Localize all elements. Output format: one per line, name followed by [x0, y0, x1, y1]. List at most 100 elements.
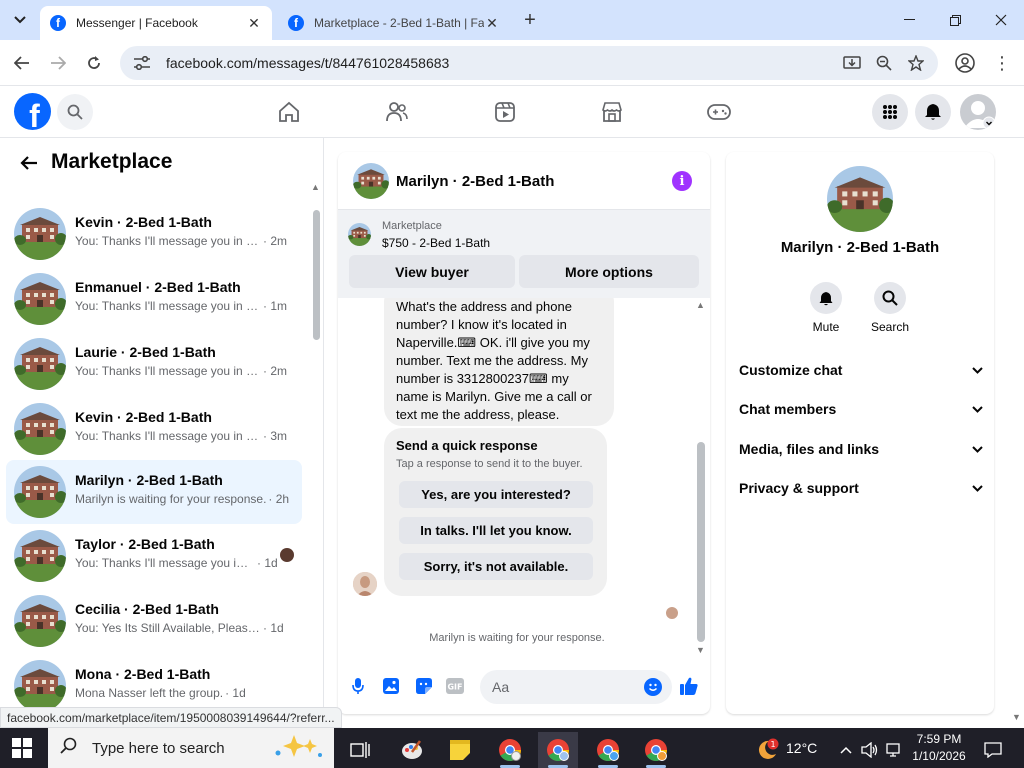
account-avatar[interactable] — [960, 94, 996, 130]
app-icon-paint[interactable] — [392, 732, 432, 768]
minimize-window-button[interactable] — [886, 6, 932, 34]
close-tab-icon[interactable]: ✕ — [484, 15, 500, 32]
browser-menu-kebab-icon[interactable]: ⋮ — [993, 52, 1011, 74]
url-text: facebook.com/messages/t/844761028458683 — [166, 55, 450, 71]
quick-reply-button[interactable]: Sorry, it's not available. — [399, 553, 593, 580]
conversation-item[interactable]: Kevin · 2-Bed 1-Bath You: Thanks I'll me… — [6, 202, 302, 266]
quick-response-title: Send a quick response — [396, 438, 538, 453]
listing-avatar[interactable] — [827, 166, 893, 232]
view-buyer-button[interactable]: View buyer — [349, 255, 515, 288]
scroll-up-arrow-icon[interactable]: ▲ — [696, 300, 705, 310]
weather-icon[interactable]: 1 — [750, 732, 784, 768]
customize-chat-section[interactable]: Customize chat — [739, 355, 983, 385]
app-icon-chrome-profile-2[interactable] — [636, 732, 676, 768]
browser-toolbar: facebook.com/messages/t/844761028458683 … — [0, 40, 1024, 86]
marketplace-store-icon[interactable] — [600, 100, 624, 124]
microphone-icon[interactable] — [347, 675, 369, 697]
chat-details-panel: Marilyn · 2-Bed 1-Bath Mute Search Custo… — [726, 152, 994, 714]
forward-arrow-icon[interactable] — [46, 51, 70, 75]
facebook-logo-icon[interactable]: f — [14, 93, 51, 130]
marketplace-conversation-list: Marketplace Kevin · 2-Bed 1-Bath You: Th… — [0, 138, 324, 718]
conversation-preview: Marilyn is waiting for your response. · 2… — [75, 492, 290, 506]
install-app-icon[interactable] — [842, 53, 862, 73]
new-tab-plus-icon[interactable]: + — [518, 8, 542, 32]
conversation-item[interactable]: Kevin · 2-Bed 1-Bath You: Thanks I'll me… — [6, 397, 302, 461]
info-icon[interactable]: i — [672, 171, 692, 191]
listing-thumbnail — [14, 595, 66, 647]
chat-panel: Marilyn · 2-Bed 1-Bath i Marketplace $75… — [338, 152, 710, 714]
restore-window-button[interactable] — [932, 6, 978, 34]
conversation-item[interactable]: Cecilia · 2-Bed 1-Bath You: Yes Its Stil… — [6, 589, 302, 653]
volume-speaker-icon[interactable] — [858, 732, 882, 768]
quick-response-subtitle: Tap a response to send it to the buyer. — [396, 458, 583, 470]
conversation-preview: You: Thanks I'll message you in ... · 1d — [75, 556, 278, 570]
back-arrow-icon[interactable] — [10, 51, 34, 75]
message-placeholder: Aa — [492, 679, 510, 695]
photo-icon[interactable] — [380, 675, 402, 697]
conversation-item[interactable]: Taylor · 2-Bed 1-Bath You: Thanks I'll m… — [6, 524, 302, 588]
media-files-links-section[interactable]: Media, files and links — [739, 434, 983, 464]
bookmark-star-icon[interactable] — [906, 53, 926, 73]
temperature-text: 12°C — [786, 740, 818, 756]
listing-thumbnail[interactable] — [348, 223, 371, 246]
close-tab-icon[interactable]: ✕ — [246, 15, 262, 32]
app-icon-chrome-profile[interactable] — [588, 732, 628, 768]
reload-icon[interactable] — [82, 51, 106, 75]
app-icon-chrome[interactable] — [490, 732, 530, 768]
close-window-button[interactable] — [978, 6, 1024, 34]
privacy-support-section[interactable]: Privacy & support — [739, 473, 983, 503]
tab-search-chevron-down-icon[interactable] — [8, 8, 32, 32]
network-icon[interactable] — [882, 732, 906, 768]
gif-icon[interactable]: GIF — [444, 675, 466, 697]
notification-center-icon[interactable] — [978, 732, 1008, 768]
section-label: Media, files and links — [739, 441, 880, 457]
windows-start-icon[interactable] — [12, 738, 32, 758]
address-bar[interactable]: facebook.com/messages/t/844761028458683 — [120, 46, 938, 80]
listing-price[interactable]: $750 - 2-Bed 1-Bath — [382, 236, 490, 250]
back-arrow-icon[interactable] — [18, 152, 40, 174]
more-options-button[interactable]: More options — [519, 255, 699, 288]
watch-video-icon[interactable] — [493, 100, 517, 124]
conversation-item-selected[interactable]: Marilyn · 2-Bed 1-Bath Marilyn is waitin… — [6, 460, 302, 524]
browser-tab-messenger[interactable]: f Messenger | Facebook ✕ — [40, 6, 272, 40]
browser-tab-marketplace[interactable]: f Marketplace - 2-Bed 1-Bath | Fa ✕ — [278, 6, 510, 40]
mute-button[interactable]: Mute — [796, 282, 856, 334]
app-icon-chrome-active[interactable] — [538, 732, 578, 768]
taskbar-search-box[interactable]: Type here to search — [48, 728, 334, 768]
scroll-up-arrow-icon[interactable]: ▲ — [311, 182, 320, 192]
scrollbar-thumb[interactable] — [313, 210, 320, 340]
facebook-search-icon[interactable] — [57, 94, 93, 130]
emoji-icon[interactable] — [644, 678, 662, 696]
conversation-item[interactable]: Laurie · 2-Bed 1-Bath You: Thanks I'll m… — [6, 332, 302, 396]
browser-profile-icon[interactable] — [954, 52, 976, 74]
scroll-down-arrow-icon[interactable]: ▼ — [696, 645, 705, 655]
chat-title[interactable]: Marilyn · 2-Bed 1-Bath — [396, 173, 554, 190]
zoom-icon[interactable] — [874, 53, 894, 73]
task-view-icon[interactable] — [340, 732, 380, 768]
app-icon-sticky-notes[interactable] — [440, 732, 480, 768]
message-input[interactable]: Aa — [480, 670, 672, 704]
listing-thumbnail — [14, 403, 66, 455]
gaming-controller-icon[interactable] — [707, 100, 731, 124]
home-icon[interactable] — [277, 100, 301, 124]
page-scroll-down-arrow-icon[interactable]: ▼ — [1012, 712, 1021, 722]
clock-date: 1/10/2026 — [912, 749, 966, 763]
chat-members-section[interactable]: Chat members — [739, 394, 983, 424]
show-hidden-icons-chevron-up-icon[interactable] — [836, 732, 856, 768]
conversation-name: Laurie · 2-Bed 1-Bath — [75, 344, 216, 360]
quick-reply-button[interactable]: Yes, are you interested? — [399, 481, 593, 508]
search-in-chat-button[interactable]: Search — [860, 282, 920, 334]
site-settings-icon[interactable] — [132, 53, 152, 73]
sticker-icon[interactable] — [413, 675, 435, 697]
chat-avatar[interactable] — [353, 163, 389, 199]
apps-grid-icon[interactable] — [872, 94, 908, 130]
scrollbar-thumb[interactable] — [697, 442, 705, 642]
conversation-name: Kevin · 2-Bed 1-Bath — [75, 409, 212, 425]
system-clock[interactable]: 7:59 PM 1/10/2026 — [906, 731, 972, 765]
conversation-item[interactable]: Enmanuel · 2-Bed 1-Bath You: Thanks I'll… — [6, 267, 302, 331]
quick-reply-button[interactable]: In talks. I'll let you know. — [399, 517, 593, 544]
search-label: Search — [870, 320, 910, 334]
thumbs-up-like-icon[interactable] — [678, 675, 700, 697]
friends-icon[interactable] — [385, 100, 409, 124]
notifications-bell-icon[interactable] — [915, 94, 951, 130]
